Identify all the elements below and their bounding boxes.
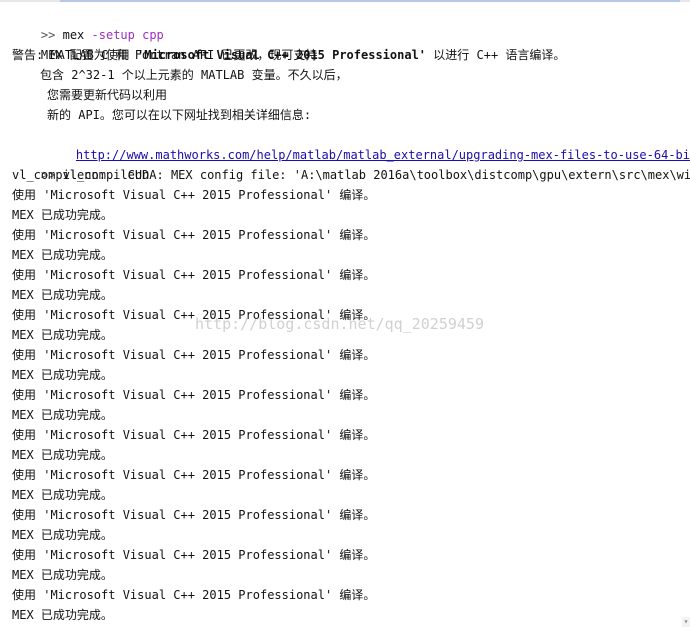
mex-config-message: MEX 配置为使用 'Microsoft Visual C++ 2015 Pro…: [12, 25, 565, 62]
warning-line-4: 新的 API。您可以在以下网址找到相关详细信息:: [47, 108, 312, 122]
build-line: 使用 'Microsoft Visual C++ 2015 Profession…: [12, 588, 376, 602]
horizontal-scrollbar[interactable]: [0, 0, 690, 2]
scroll-down-button[interactable]: ▾: [682, 617, 690, 627]
warning-line-2: 包含 2^32-1 个以上元素的 MATLAB 变量。不久以后，: [40, 68, 348, 82]
mex-config-suffix: 以进行 C++ 语言编译。: [433, 48, 566, 62]
build-line: 使用 'Microsoft Visual C++ 2015 Profession…: [12, 388, 376, 402]
mathworks-doc-link[interactable]: http://www.mathworks.com/help/matlab/mat…: [76, 148, 690, 162]
warning-line-1: 警告: MATLAB C 和 Fortran API 已更改，现可支持: [12, 48, 318, 62]
command-line-vl-compilenn: >> vl_compilenn: [12, 145, 149, 182]
cuda-config-line: vl_compilenn: CUDA: MEX config file: 'A:…: [12, 168, 690, 182]
build-line: MEX 已成功完成。: [12, 568, 113, 582]
build-line: MEX 已成功完成。: [12, 608, 113, 622]
command-line-mex-setup: >> mex -setup cpp: [12, 5, 164, 42]
build-line: MEX 已成功完成。: [12, 488, 113, 502]
build-line: MEX 已成功完成。: [12, 368, 113, 382]
build-line: 使用 'Microsoft Visual C++ 2015 Profession…: [12, 228, 376, 242]
build-line: MEX 已成功完成。: [12, 288, 113, 302]
build-line: 使用 'Microsoft Visual C++ 2015 Profession…: [12, 508, 376, 522]
watermark-text: http://blog.csdn.net/qq_20259459: [195, 315, 484, 333]
build-line: MEX 已成功完成。: [12, 248, 113, 262]
matlab-command-window[interactable]: >> mex -setup cpp MEX 配置为使用 'Microsoft V…: [0, 0, 690, 627]
build-line: 使用 'Microsoft Visual C++ 2015 Profession…: [12, 188, 376, 202]
build-line: MEX 已成功完成。: [12, 408, 113, 422]
build-line: MEX 已成功完成。: [12, 528, 113, 542]
build-line: 使用 'Microsoft Visual C++ 2015 Profession…: [12, 548, 376, 562]
build-line: 使用 'Microsoft Visual C++ 2015 Profession…: [12, 268, 376, 282]
build-line: MEX 已成功完成。: [12, 208, 113, 222]
build-line: 使用 'Microsoft Visual C++ 2015 Profession…: [12, 428, 376, 442]
build-line: MEX 已成功完成。: [12, 328, 113, 342]
build-line: 使用 'Microsoft Visual C++ 2015 Profession…: [12, 468, 376, 482]
chevron-down-icon: ▾: [683, 617, 689, 626]
warning-link-line: http://www.mathworks.com/help/matlab/mat…: [47, 125, 690, 162]
build-line: 使用 'Microsoft Visual C++ 2015 Profession…: [12, 348, 376, 362]
horizontal-scrollbar-thumb[interactable]: [60, 0, 680, 2]
warning-line-3: 您需要更新代码以利用: [47, 88, 168, 102]
build-line: MEX 已成功完成。: [12, 448, 113, 462]
